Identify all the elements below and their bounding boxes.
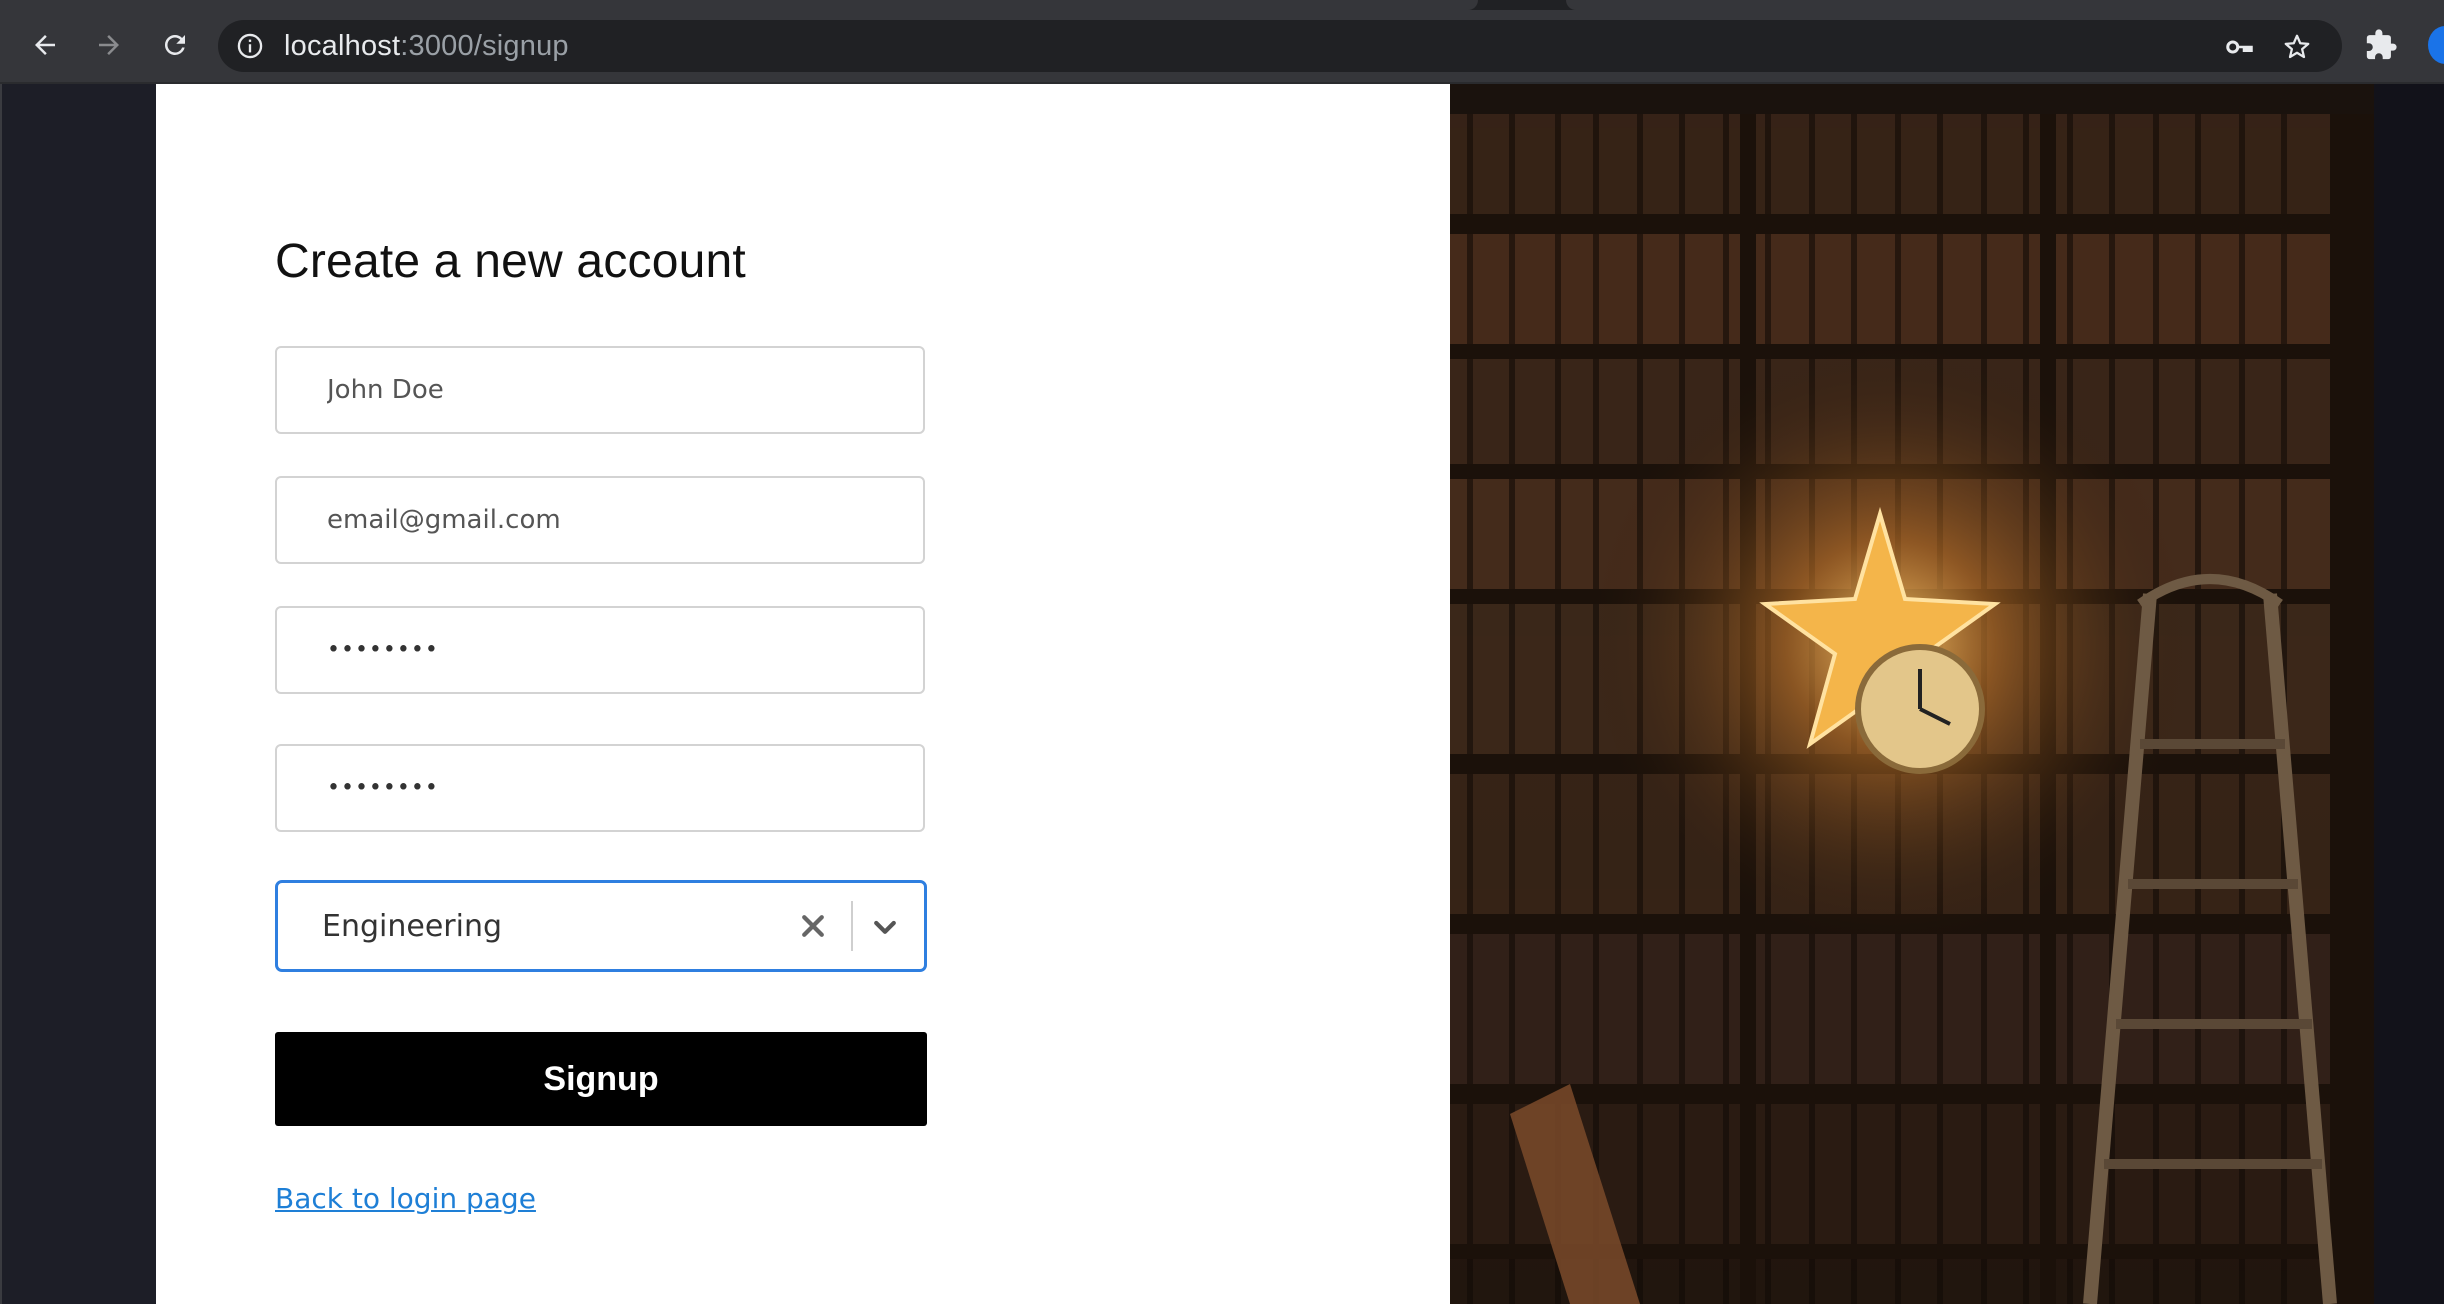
forward-arrow-icon [99,35,119,55]
confirm-password-input[interactable]: •••••••• [275,744,925,832]
tab-strip [0,0,2444,10]
extensions-icon[interactable] [2364,28,2398,62]
tab-inactive[interactable] [1566,0,2444,10]
department-select[interactable]: Engineering [275,880,927,972]
url-host: localhost [284,30,401,62]
bookshelf-illustration [1450,84,2374,1304]
reload-icon [164,34,185,55]
email-input[interactable] [275,476,925,564]
star-icon[interactable] [2282,32,2312,62]
reload-button[interactable] [152,22,198,68]
forward-button[interactable] [86,22,132,68]
select-separator [851,901,853,951]
confirm-password-value: •••••••• [327,775,439,801]
key-icon[interactable] [2224,32,2254,62]
password-input[interactable]: •••••••• [275,606,925,694]
address-bar[interactable]: localhost:3000/signup [218,20,2342,72]
back-to-login-link[interactable]: Back to login page [275,1182,536,1215]
site-info-icon[interactable] [236,32,264,60]
bookshelf-photo [1450,84,2374,1304]
page-edge-right [2374,84,2444,1304]
clear-icon[interactable] [798,911,828,941]
profile-avatar[interactable] [2428,26,2444,64]
tab-active[interactable] [0,0,1478,10]
signup-button[interactable]: Signup [275,1032,927,1126]
url-text: localhost:3000/signup [284,31,569,61]
password-value: •••••••• [327,637,439,663]
back-button[interactable] [22,22,68,68]
back-arrow-icon [35,35,55,55]
browser-toolbar: localhost:3000/signup [0,0,2444,84]
page-title: Create a new account [275,235,746,288]
page-edge [0,84,2,1304]
chevron-down-icon[interactable] [870,913,900,943]
name-input[interactable] [275,346,925,434]
url-path: :3000/signup [400,30,569,62]
signup-card: Create a new account •••••••• •••••••• E… [156,84,1450,1304]
department-selected-value: Engineering [322,909,502,944]
